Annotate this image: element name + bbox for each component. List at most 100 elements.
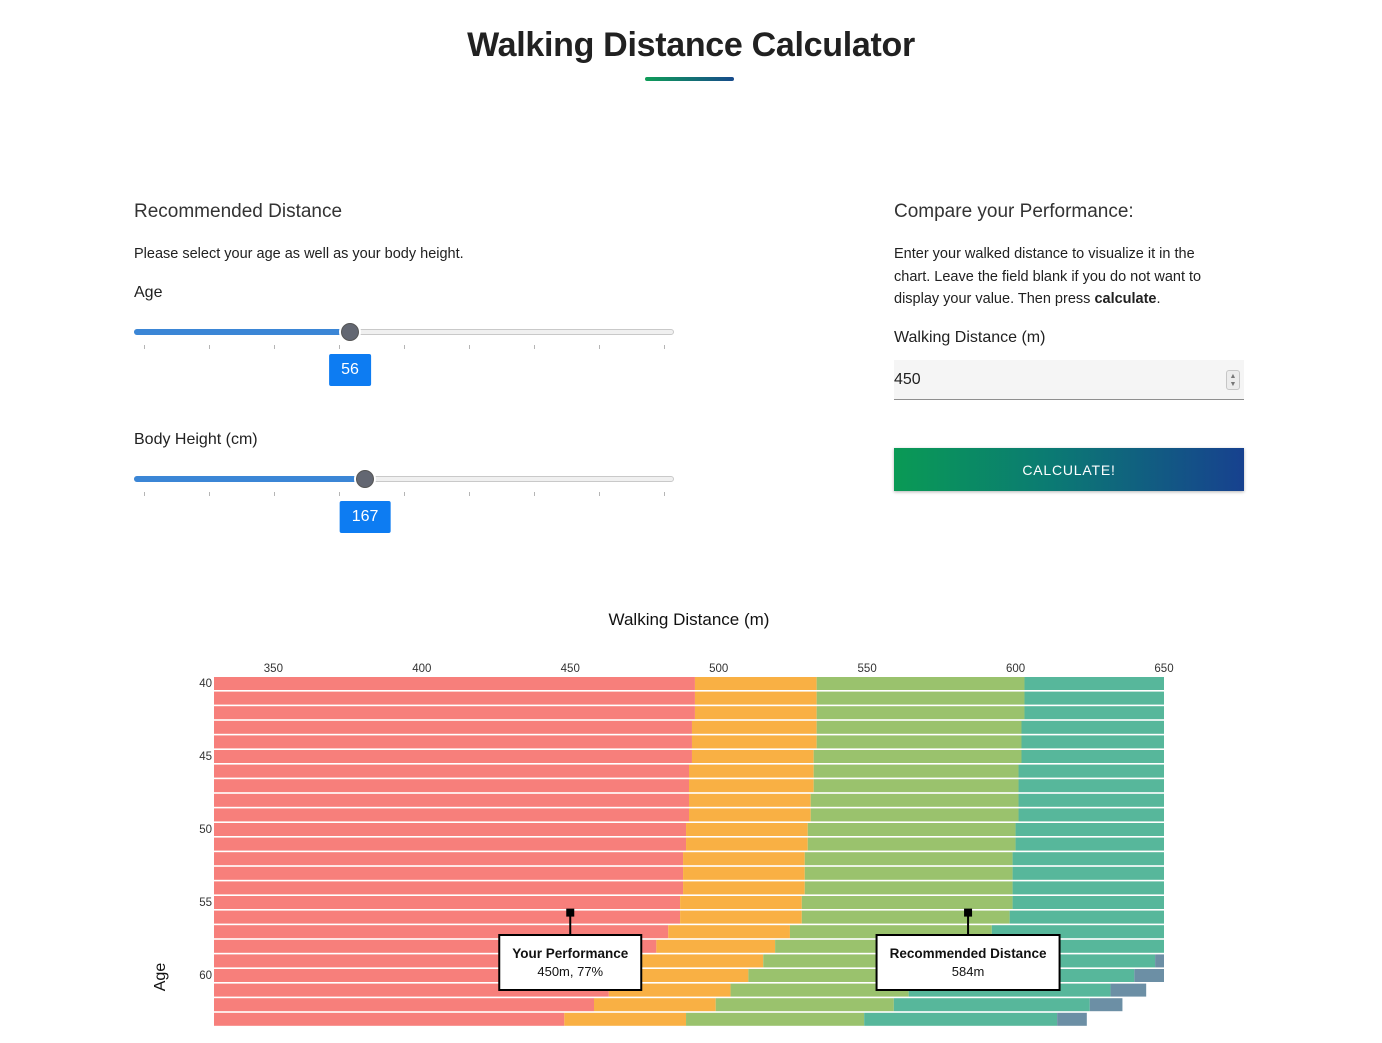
bar-segment [813,764,1019,778]
slider-tick [144,345,145,349]
bar-segment [694,691,817,705]
x-tick-label: 550 [858,663,877,675]
bar-segment [1009,910,1164,924]
distance-input[interactable] [894,360,1214,399]
bar-segment [668,925,790,939]
age-slider-track [134,329,350,335]
bar-segment [680,910,802,924]
slider-tick [274,492,275,496]
bar-segment [1057,1012,1087,1026]
slider-tick [664,345,665,349]
bar-segment [971,939,1164,953]
marker-annotation-box [498,934,643,991]
bar-segment [1134,969,1164,982]
compare-description: Enter your walked distance to visualize … [894,243,1254,311]
bar-segment [689,793,811,807]
height-label: Body Height (cm) [134,431,258,448]
age-slider-thumb[interactable] [341,323,359,341]
bar-segment [810,808,1019,822]
bar-segment [789,925,992,939]
distance-spinner[interactable]: ▲ ▼ [1226,370,1240,390]
bar-segment [686,837,808,851]
bar-segment [691,750,814,763]
chevron-down-icon[interactable]: ▼ [1227,380,1239,389]
bar-segment [1018,793,1164,807]
marker-annotation-value: 450m, 77% [537,964,603,979]
compare-description-line-1: Enter your walked distance to visualize … [894,246,1195,262]
bar-segment [214,969,627,982]
bar-segment [1021,720,1164,734]
bar-segment [626,969,749,982]
slider-tick [144,492,145,496]
slider-tick [599,345,600,349]
bar-segment [1024,706,1164,720]
bar-segment [694,677,817,690]
bar-segment [594,998,716,1012]
height-slider-ticks [134,492,674,498]
marker-annotation-title: Your Performance [512,946,629,961]
bar-segment [763,954,951,968]
bar-segment [816,735,1022,749]
bar-segment [689,764,814,778]
title-underline [645,77,734,81]
bar-segment [804,881,1013,895]
compare-description-line-2: chart. Leave the field blank if you do n… [894,268,1202,285]
bar-segment [686,1012,865,1026]
page-title: Walking Distance Calculator [467,26,915,64]
bar-segment [807,837,1016,851]
slider-tick [274,345,275,349]
bar-segment [813,750,1022,763]
bar-segment [214,881,684,895]
height-slider-track [134,476,366,482]
bar-segment [864,1012,1058,1026]
bar-segment [801,896,1013,909]
slider-tick [664,492,665,496]
x-tick-label: 400 [412,663,431,675]
bar-segment [214,896,681,909]
age-slider-ticks [134,345,674,351]
bar-segment [775,939,972,953]
bar-segment [1021,750,1164,763]
marker-point [964,908,973,917]
bar-segment [730,983,909,997]
bar-segment [214,998,594,1012]
slider-tick [404,492,405,496]
height-slider[interactable]: 167 [134,464,674,533]
bar-segment [908,983,1111,997]
slider-tick [209,345,210,349]
bar-segment [1018,764,1164,778]
bar-segment [950,954,1156,968]
age-label: Age [134,284,163,301]
recommended-heading: Recommended Distance [134,201,343,222]
x-tick-label: 450 [561,663,580,675]
bar-segment [816,691,1025,705]
bar-segment [641,954,764,968]
bar-segment [748,969,927,982]
bar-segment [1015,837,1164,851]
slider-tick [469,492,470,496]
height-slider-thumb[interactable] [356,470,375,488]
bar-segment [1018,808,1164,822]
marker-annotation-title: Recommended Distance [890,946,1047,961]
bar-segment [214,808,689,822]
bar-segment [691,720,817,734]
bar-segment [214,677,695,690]
calculate-button[interactable]: Calculate! [894,448,1244,491]
bar-segment [608,983,731,997]
bar-segment [1155,954,1164,968]
bar-segment [214,735,692,749]
bar-segment [214,823,687,836]
age-slider[interactable]: 56 [134,317,674,386]
bar-segment [991,925,1164,939]
bar-segment [214,866,684,880]
chart-y-axis-label: Age [152,962,169,992]
bar-segment [1089,998,1123,1012]
compare-description-prefix: display your value. Then press [894,291,1095,307]
slider-tick [209,492,210,496]
bar-segment [214,837,687,851]
bar-segment [214,983,609,997]
bar-segment [1024,677,1164,690]
compare-description-suffix: . [1156,291,1161,307]
bar-segment [804,852,1013,866]
bar-segment [1012,852,1164,866]
